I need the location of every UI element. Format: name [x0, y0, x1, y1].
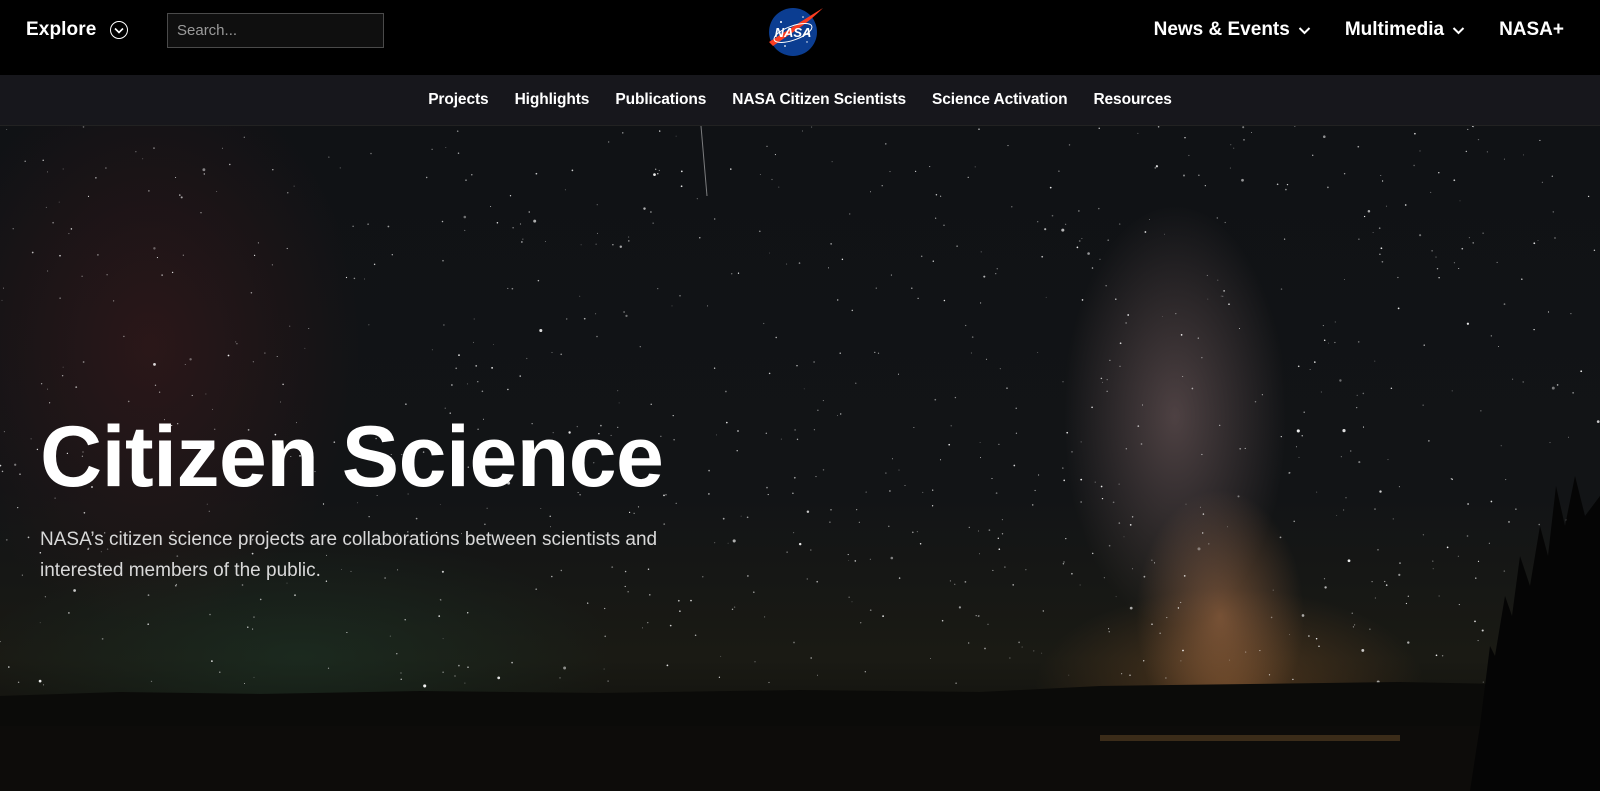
search-input[interactable]: [167, 13, 384, 48]
top-navigation-bar: Explore NASA News & Events Multimedia NA…: [0, 0, 1600, 75]
nav-nasa-plus-label: NASA+: [1499, 19, 1564, 40]
svg-text:NASA: NASA: [775, 25, 812, 40]
subnav-projects[interactable]: Projects: [428, 91, 488, 109]
nav-multimedia[interactable]: Multimedia: [1345, 19, 1465, 41]
chevron-down-circle-icon: [110, 21, 129, 39]
hero-description: NASA’s citizen science projects are coll…: [40, 529, 658, 581]
nav-multimedia-label: Multimedia: [1344, 19, 1445, 40]
subnav-science-activation[interactable]: Science Activation: [932, 91, 1068, 109]
nasa-logo[interactable]: NASA: [763, 2, 827, 62]
nav-news-events[interactable]: News & Events: [1154, 19, 1311, 41]
subnav-resources[interactable]: Resources: [1093, 91, 1171, 109]
nav-news-events-label: News & Events: [1153, 19, 1290, 40]
explore-menu-button[interactable]: Explore: [26, 18, 129, 42]
chevron-down-icon: [1452, 26, 1465, 34]
chevron-down-icon: [1298, 26, 1311, 34]
hero-banner: Citizen Science NASA’s citizen science p…: [0, 126, 1600, 791]
secondary-nav: Projects Highlights Publications NASA Ci…: [0, 75, 1600, 126]
nav-nasa-plus[interactable]: NASA+: [1499, 19, 1564, 41]
primary-nav: News & Events Multimedia NASA+: [1154, 0, 1564, 60]
subnav-publications[interactable]: Publications: [615, 91, 706, 109]
subnav-highlights[interactable]: Highlights: [515, 91, 590, 109]
subnav-nasa-citizen-scientists[interactable]: NASA Citizen Scientists: [732, 91, 906, 109]
hero-title: Citizen Science: [40, 409, 664, 505]
explore-label: Explore: [26, 19, 97, 40]
